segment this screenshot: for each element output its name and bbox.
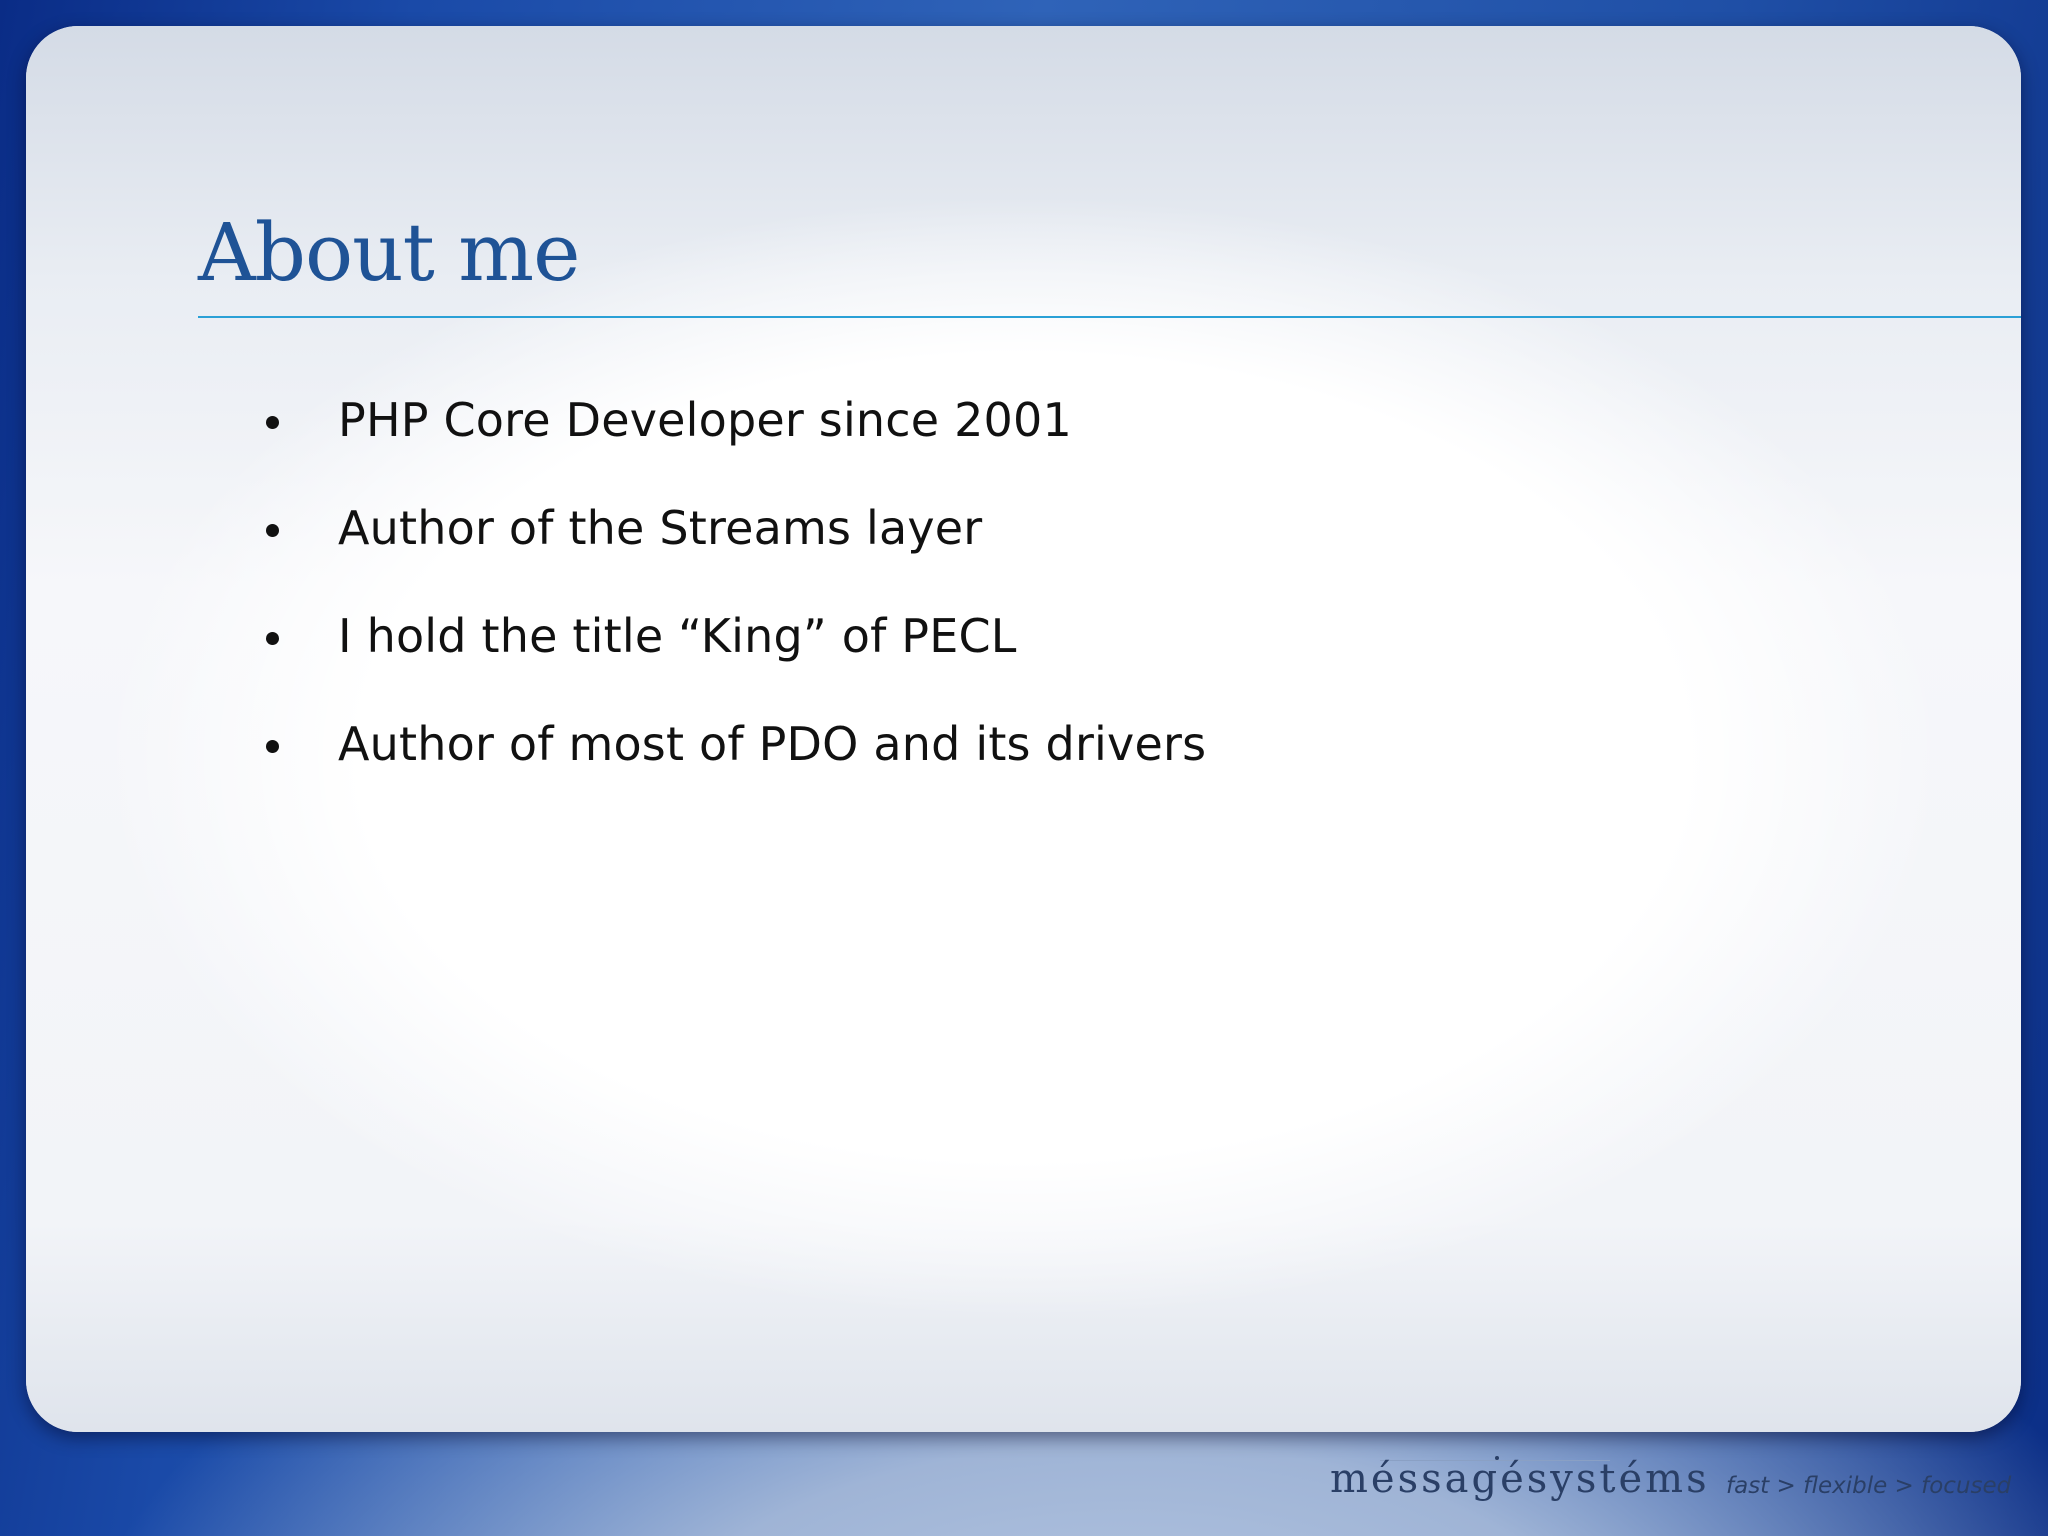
slide-card: About me PHP Core Developer since 2001 A… — [26, 26, 2021, 1432]
bullet-item: PHP Core Developer since 2001 — [266, 366, 1206, 474]
bullet-text: I hold the title “King” of PECL — [338, 609, 1017, 663]
bullet-text: PHP Core Developer since 2001 — [338, 393, 1072, 447]
slide-title: About me — [198, 206, 580, 299]
bullet-item: Author of most of PDO and its drivers — [266, 690, 1206, 798]
bullet-dot-icon — [266, 632, 279, 645]
bullet-dot-icon — [266, 740, 279, 753]
bullet-dot-icon — [266, 524, 279, 537]
bullet-dot-icon — [266, 416, 279, 429]
footer-tagline: fast > flexible > focused — [1726, 1473, 2012, 1499]
bullet-item: I hold the title “King” of PECL — [266, 582, 1206, 690]
title-divider — [198, 316, 2021, 318]
bullet-text: Author of the Streams layer — [338, 501, 983, 555]
company-logo: méssagésystéms — [1330, 1456, 1707, 1516]
logo-text: méssagésystéms — [1330, 1456, 1710, 1502]
bullet-item: Author of the Streams layer — [266, 474, 1206, 582]
bullet-list: PHP Core Developer since 2001 Author of … — [266, 366, 1206, 798]
bullet-text: Author of most of PDO and its drivers — [338, 717, 1207, 771]
